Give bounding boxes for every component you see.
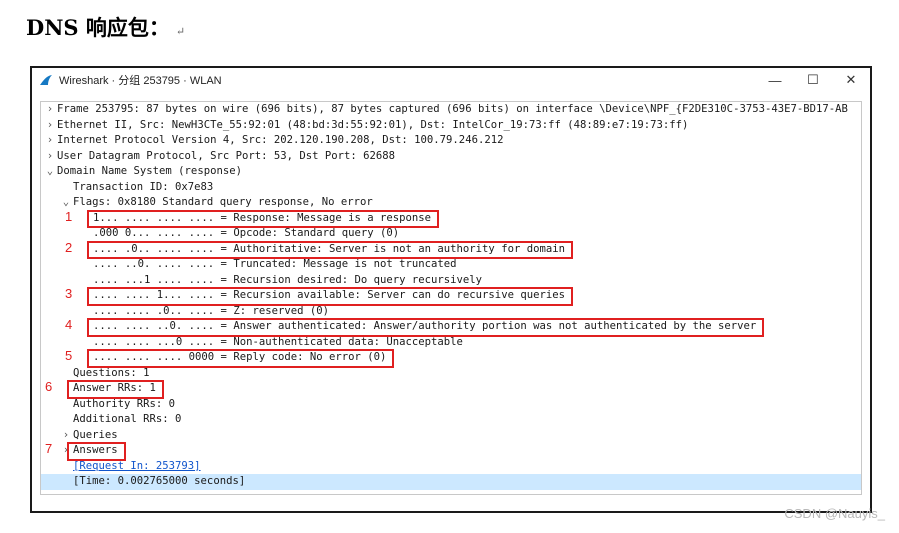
tree-row[interactable]: Answer RRs: 1 <box>41 381 861 397</box>
tree-row-text: .... .... .0.. .... = Z: reserved (0) <box>93 304 329 317</box>
tree-row-link[interactable]: [Request In: 253793] <box>73 460 201 472</box>
tree-row-text: Flags: 0x8180 Standard query response, N… <box>73 196 373 208</box>
tree-row-text: Questions: 1 <box>73 366 150 379</box>
annotation-box <box>87 318 765 337</box>
tree-row-text: Additional RRs: 0 <box>73 413 182 425</box>
tree-row[interactable]: Transaction ID: 0x7e83 <box>41 180 861 196</box>
tree-row-text: Domain Name System (response) <box>57 165 242 177</box>
tree-row[interactable]: .... ...1 .... .... = Recursion desired:… <box>41 273 861 289</box>
annotation-box <box>67 380 164 399</box>
tree-row[interactable]: › Frame 253795: 87 bytes on wire (696 bit… <box>41 102 861 118</box>
window-controls: — ☐ ✕ <box>756 68 870 92</box>
tree-row[interactable]: [Request In: 253793] <box>41 459 861 475</box>
tree-row[interactable]: › Internet Protocol Version 4, Src: 202.1… <box>41 133 861 149</box>
tree-row[interactable]: .... .... ...0 .... = Non-authenticated … <box>41 335 861 351</box>
expand-right-icon[interactable]: › <box>59 428 73 444</box>
annotation-number: 1 <box>65 208 73 224</box>
tree-row[interactable]: .000 0... .... .... = Opcode: Standard q… <box>41 226 861 242</box>
annotation-number: 6 <box>45 379 53 394</box>
tree-row[interactable]: .... ..0. .... .... = Truncated: Message… <box>41 257 861 273</box>
expand-right-icon[interactable]: › <box>43 149 57 165</box>
return-mark: ↵ <box>175 25 186 38</box>
tree-row[interactable]: › Answers <box>41 443 861 459</box>
heading-text: DNS 响应包： <box>26 15 170 40</box>
tree-row[interactable]: [Time: 0.002765000 seconds] <box>41 474 861 490</box>
tree-row-text: Transaction ID: 0x7e83 <box>73 180 214 193</box>
window-title: Wireshark · 分组 253795 · WLAN <box>59 75 222 87</box>
tree-row[interactable]: › Ethernet II, Src: NewH3CTe_55:92:01 (48… <box>41 118 861 134</box>
annotation-box <box>87 349 395 368</box>
tree-row-text: [Time: 0.002765000 seconds] <box>73 475 246 487</box>
tree-row[interactable]: › User Datagram Protocol, Src Port: 53, D… <box>41 149 861 165</box>
tree-row[interactable]: Questions: 1 <box>41 366 861 382</box>
annotation-number: 2 <box>65 239 73 255</box>
tree-row[interactable]: ⌄ Domain Name System (response) <box>41 164 861 180</box>
tree-row-text: .... .... ...0 .... = Non-authenticated … <box>93 335 463 348</box>
expand-right-icon[interactable]: › <box>43 102 57 118</box>
title-bar[interactable]: Wireshark · 分组 253795 · WLAN — ☐ ✕ <box>32 68 870 92</box>
minimize-button[interactable]: — <box>756 68 794 92</box>
annotation-box <box>87 209 440 228</box>
tree-row[interactable]: ⌄ Flags: 0x8180 Standard query response, … <box>41 195 861 211</box>
close-button[interactable]: ✕ <box>832 68 870 92</box>
annotation-box <box>67 442 126 461</box>
tree-row[interactable]: Authority RRs: 0 <box>41 397 861 413</box>
expand-right-icon[interactable]: › <box>43 118 57 134</box>
tree-row[interactable]: Additional RRs: 0 <box>41 412 861 428</box>
annotation-box <box>87 240 573 259</box>
annotation-number: 7 <box>45 441 53 456</box>
tree-row-text: Frame 253795: 87 bytes on wire (696 bits… <box>57 103 848 115</box>
annotation-number: 3 <box>65 286 73 301</box>
expand-right-icon[interactable]: › <box>43 133 57 149</box>
tree-row-text: Authority RRs: 0 <box>73 397 176 410</box>
maximize-icon: ☐ <box>807 72 819 87</box>
tree-row-text: .... ..0. .... .... = Truncated: Message… <box>93 258 457 270</box>
close-icon: ✕ <box>845 72 857 87</box>
expand-down-icon[interactable]: ⌄ <box>43 164 57 180</box>
tree-row-text: Queries <box>73 428 118 441</box>
annotation-number: 4 <box>65 317 73 332</box>
wireshark-fin-icon <box>40 75 52 85</box>
tree-row-text: .000 0... .... .... = Opcode: Standard q… <box>93 227 400 239</box>
watermark: CSDN @Nauyis_ <box>784 506 885 521</box>
tree-row-text: .... ...1 .... .... = Recursion desired:… <box>93 273 483 286</box>
maximize-button[interactable]: ☐ <box>794 68 832 92</box>
tree-row-text: User Datagram Protocol, Src Port: 53, Ds… <box>57 149 396 162</box>
document-heading: DNS 响应包： ↵ <box>26 12 185 42</box>
annotation-number: 5 <box>65 348 73 363</box>
tree-row[interactable]: .... .... .0.. .... = Z: reserved (0) <box>41 304 861 320</box>
annotation-box <box>87 287 573 306</box>
tree-row[interactable]: › Queries <box>41 428 861 444</box>
tree-row-text: Internet Protocol Version 4, Src: 202.12… <box>57 134 504 146</box>
tree-row-text: Ethernet II, Src: NewH3CTe_55:92:01 (48:… <box>57 118 689 131</box>
minimize-icon: — <box>768 72 782 88</box>
